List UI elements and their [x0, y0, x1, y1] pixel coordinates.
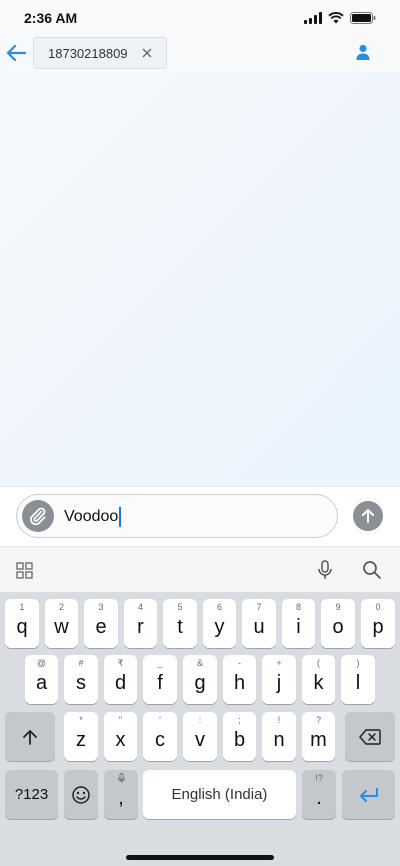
emoji-key[interactable]	[64, 770, 98, 819]
arrow-left-icon	[6, 44, 27, 62]
key-b[interactable]: ; b	[223, 712, 256, 761]
back-button[interactable]	[4, 40, 28, 66]
key-o[interactable]: 9o	[321, 599, 355, 648]
apps-grid-button[interactable]	[16, 562, 34, 585]
key-c[interactable]: ' c	[143, 712, 177, 761]
key-t[interactable]: 5t	[163, 599, 197, 648]
key-v[interactable]: :v	[183, 712, 217, 761]
comma-key[interactable]: ,	[104, 770, 138, 819]
key-w[interactable]: 2w	[45, 599, 78, 648]
backspace-key[interactable]	[345, 712, 395, 761]
keyboard-search-button[interactable]	[362, 560, 382, 585]
close-icon	[142, 48, 152, 58]
keyboard: 1q 2w 3e 4r 5t 6y 7u 8i 9o 0p @ a # s ₹ d _…	[0, 592, 400, 866]
message-text: Voodoo	[64, 508, 119, 525]
microphone-hint-icon	[117, 773, 125, 783]
backspace-icon	[359, 728, 381, 745]
message-input[interactable]: Voodoo	[16, 494, 338, 538]
arrow-up-icon	[362, 509, 374, 523]
key-y[interactable]: 6y	[203, 599, 236, 648]
key-i[interactable]: 8i	[282, 599, 315, 648]
shift-key[interactable]	[5, 712, 55, 761]
grid-icon	[16, 562, 33, 579]
key-q[interactable]: 1q	[5, 599, 39, 648]
recipient-chip[interactable]: 18730218809	[33, 37, 167, 69]
key-f[interactable]: _ f	[143, 655, 177, 704]
key-h[interactable]: -h	[223, 655, 256, 704]
voice-input-button[interactable]	[316, 560, 334, 585]
key-n[interactable]: ! n	[262, 712, 296, 761]
attach-button[interactable]	[22, 500, 54, 532]
paperclip-icon	[30, 507, 46, 526]
remove-recipient-button[interactable]	[140, 46, 154, 60]
send-button[interactable]	[353, 501, 383, 531]
enter-arrow-icon	[359, 787, 378, 802]
recipient-number: 18730218809	[48, 45, 128, 61]
key-j[interactable]: + j	[262, 655, 296, 704]
smiley-icon	[72, 785, 90, 804]
key-u[interactable]: 7u	[242, 599, 276, 648]
key-k[interactable]: (k	[302, 655, 335, 704]
key-e[interactable]: 3e	[84, 599, 118, 648]
key-a[interactable]: @ a	[25, 655, 58, 704]
text-cursor	[119, 507, 122, 527]
key-p[interactable]: 0p	[361, 599, 395, 648]
status-icons	[304, 12, 376, 24]
message-list[interactable]	[0, 72, 400, 486]
battery-icon	[350, 12, 376, 24]
key-r[interactable]: 4r	[124, 599, 157, 648]
key-g[interactable]: & g	[183, 655, 217, 704]
microphone-icon	[318, 560, 332, 579]
period-key[interactable]: !?.	[302, 770, 336, 819]
key-x[interactable]: " x	[104, 712, 137, 761]
key-l[interactable]: ) l	[341, 655, 375, 704]
space-key[interactable]: English (India)	[143, 770, 296, 819]
status-bar: 2:36 AM	[0, 0, 400, 36]
status-time: 2:36 AM	[24, 10, 78, 26]
enter-key[interactable]	[342, 770, 395, 819]
shift-arrow-icon	[23, 729, 37, 745]
conversation-header: 18730218809	[0, 36, 400, 72]
symbols-key[interactable]: ?123	[5, 770, 58, 819]
key-z[interactable]: * z	[64, 712, 98, 761]
compose-bar: Voodoo	[0, 486, 400, 544]
key-m[interactable]: ? m	[302, 712, 335, 761]
add-contact-button[interactable]	[354, 43, 372, 61]
key-d[interactable]: ₹ d	[104, 655, 137, 704]
keyboard-toolbar	[0, 546, 400, 592]
wifi-icon	[328, 12, 344, 24]
key-s[interactable]: # s	[64, 655, 98, 704]
person-icon	[356, 44, 370, 60]
search-icon	[363, 561, 381, 579]
signal-icon	[304, 12, 322, 24]
home-indicator[interactable]	[126, 855, 274, 860]
